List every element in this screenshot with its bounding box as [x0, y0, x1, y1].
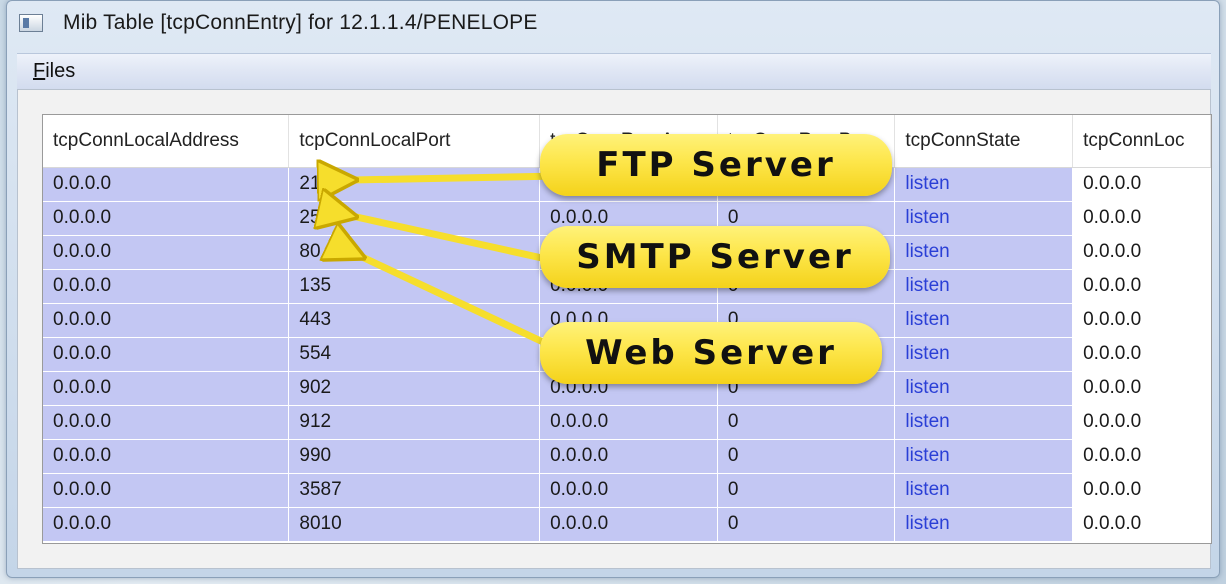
- menu-files[interactable]: Files: [33, 60, 75, 83]
- table-row[interactable]: 0.0.0.0 990 0.0.0.0 0 listen 0.0.0.0: [43, 439, 1211, 474]
- table-cell[interactable]: listen: [894, 337, 1074, 372]
- column-header[interactable]: tcpConnState: [894, 115, 1074, 168]
- table-cell[interactable]: listen: [894, 507, 1074, 542]
- table-cell[interactable]: 0: [717, 439, 896, 474]
- table-cell[interactable]: listen: [894, 303, 1074, 338]
- table-cell[interactable]: 0.0.0.0: [1072, 235, 1211, 270]
- table-cell[interactable]: 0.0.0.0: [43, 235, 290, 270]
- table-cell[interactable]: 8010: [288, 507, 541, 542]
- table-row[interactable]: 0.0.0.0 8010 0.0.0.0 0 listen 0.0.0.0: [43, 507, 1211, 542]
- smtp-server-callout: SMTP Server: [540, 226, 890, 288]
- table-cell[interactable]: 0.0.0.0: [43, 405, 290, 440]
- column-header[interactable]: tcpConnLocalAddress: [43, 115, 290, 168]
- title-bar[interactable]: Mib Table [tcpConnEntry] for 12.1.1.4/PE…: [7, 1, 1219, 45]
- table-cell[interactable]: 0.0.0.0: [1072, 371, 1211, 406]
- table-cell[interactable]: 80: [288, 235, 541, 270]
- table-cell[interactable]: 0.0.0.0: [43, 167, 290, 202]
- table-cell[interactable]: listen: [894, 269, 1074, 304]
- table-cell[interactable]: 0.0.0.0: [1072, 507, 1211, 542]
- mib-table-window: Mib Table [tcpConnEntry] for 12.1.1.4/PE…: [6, 0, 1220, 578]
- table-cell[interactable]: 0.0.0.0: [539, 405, 718, 440]
- ftp-server-callout: FTP Server: [540, 134, 892, 196]
- table-cell[interactable]: 0.0.0.0: [1072, 439, 1211, 474]
- table-cell[interactable]: 990: [288, 439, 541, 474]
- table-cell[interactable]: 21: [288, 167, 541, 202]
- table-cell[interactable]: listen: [894, 201, 1074, 236]
- table-cell[interactable]: 902: [288, 371, 541, 406]
- table-cell[interactable]: 0: [717, 473, 896, 508]
- menu-files-label: iles: [45, 60, 76, 82]
- table-cell[interactable]: 554: [288, 337, 541, 372]
- window-title: Mib Table [tcpConnEntry] for 12.1.1.4/PE…: [63, 11, 538, 34]
- table-cell[interactable]: listen: [894, 167, 1074, 202]
- table-cell[interactable]: 0.0.0.0: [539, 507, 718, 542]
- web-server-callout: Web Server: [540, 322, 882, 384]
- table-cell[interactable]: 0: [717, 405, 896, 440]
- column-header[interactable]: tcpConnLocalPort: [288, 115, 541, 168]
- table-cell[interactable]: 0.0.0.0: [1072, 405, 1211, 440]
- table-cell[interactable]: 0.0.0.0: [43, 337, 290, 372]
- table-cell[interactable]: 135: [288, 269, 541, 304]
- table-cell[interactable]: 0.0.0.0: [43, 201, 290, 236]
- app-window-icon[interactable]: [19, 14, 43, 32]
- table-row[interactable]: 0.0.0.0 3587 0.0.0.0 0 listen 0.0.0.0: [43, 473, 1211, 508]
- menu-files-mnemonic: F: [33, 60, 46, 82]
- table-cell[interactable]: listen: [894, 235, 1074, 270]
- table-cell[interactable]: 0.0.0.0: [1072, 167, 1211, 202]
- column-header[interactable]: tcpConnLoc: [1072, 115, 1211, 168]
- table-cell[interactable]: 0: [717, 507, 896, 542]
- table-cell[interactable]: 0.0.0.0: [1072, 303, 1211, 338]
- table-cell[interactable]: listen: [894, 473, 1074, 508]
- table-cell[interactable]: 0.0.0.0: [43, 473, 290, 508]
- table-cell[interactable]: 912: [288, 405, 541, 440]
- table-cell[interactable]: 0.0.0.0: [1072, 337, 1211, 372]
- table-cell[interactable]: 0.0.0.0: [539, 473, 718, 508]
- table-cell[interactable]: 0.0.0.0: [1072, 201, 1211, 236]
- table-cell[interactable]: listen: [894, 405, 1074, 440]
- table-cell[interactable]: listen: [894, 371, 1074, 406]
- table-cell[interactable]: 0.0.0.0: [43, 371, 290, 406]
- table-cell[interactable]: 0.0.0.0: [539, 439, 718, 474]
- table-cell[interactable]: 0.0.0.0: [43, 269, 290, 304]
- table-cell[interactable]: 0.0.0.0: [1072, 269, 1211, 304]
- table-cell[interactable]: 0.0.0.0: [43, 303, 290, 338]
- table-row[interactable]: 0.0.0.0 912 0.0.0.0 0 listen 0.0.0.0: [43, 405, 1211, 440]
- table-cell[interactable]: 0.0.0.0: [43, 439, 290, 474]
- table-cell[interactable]: 443: [288, 303, 541, 338]
- menu-bar: Files: [17, 53, 1211, 89]
- table-cell[interactable]: 0.0.0.0: [43, 507, 290, 542]
- table-cell[interactable]: 0.0.0.0: [1072, 473, 1211, 508]
- table-cell[interactable]: listen: [894, 439, 1074, 474]
- table-cell[interactable]: 25: [288, 201, 541, 236]
- table-cell[interactable]: 3587: [288, 473, 541, 508]
